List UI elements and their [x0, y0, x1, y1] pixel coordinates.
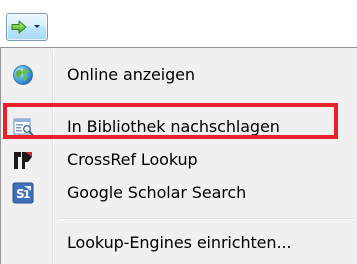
google-scholar-icon: S 1 [12, 182, 34, 204]
menu-separator [59, 218, 354, 220]
menu-item-label: Online anzeigen [67, 65, 195, 84]
menu-item-label: Google Scholar Search [67, 183, 247, 202]
menu-item-label: CrossRef Lookup [67, 150, 198, 169]
globe-icon [13, 65, 33, 85]
green-arrow-right-icon [11, 20, 27, 34]
screenshot-canvas: Online anzeigen In Bibliothek nachschlag… [0, 0, 357, 264]
chevron-down-icon[interactable] [34, 25, 40, 28]
locate-dropdown-button[interactable] [6, 13, 48, 41]
library-catalog-icon [13, 118, 34, 136]
menu-item-crossref-lookup[interactable]: CrossRef Lookup [4, 143, 354, 177]
menu-item-configure-lookup-engines[interactable]: Lookup-Engines einrichten... [4, 226, 354, 260]
svg-text:1: 1 [23, 188, 31, 201]
lookup-dropdown-menu: Online anzeigen In Bibliothek nachschlag… [0, 47, 357, 264]
menu-item-label: Lookup-Engines einrichten... [67, 233, 292, 252]
menu-item-view-online[interactable]: Online anzeigen [4, 58, 354, 92]
menu-item-label: In Bibliothek nachschlagen [67, 117, 280, 136]
menu-item-google-scholar-search[interactable]: S 1 Google Scholar Search [4, 176, 354, 210]
menu-item-library-lookup[interactable]: In Bibliothek nachschlagen [4, 110, 354, 144]
crossref-icon [14, 152, 32, 169]
